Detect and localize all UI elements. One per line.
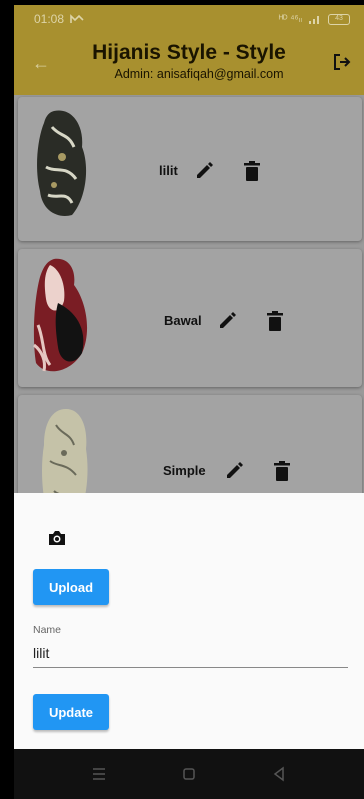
page-title: Hijanis Style - Style	[92, 41, 286, 64]
menu-icon[interactable]	[89, 764, 109, 784]
delete-icon[interactable]	[274, 461, 290, 481]
phone-screen: 01:08 ᴴᴰ ⁴⁶ₗₗ 43 ← Hijanis Style - Style…	[14, 5, 364, 799]
delete-icon[interactable]	[267, 311, 283, 331]
list-item[interactable]: lilit	[18, 97, 362, 241]
back-icon[interactable]	[269, 764, 289, 784]
edit-icon[interactable]	[194, 161, 214, 181]
item-name: Simple	[163, 463, 206, 478]
update-button[interactable]: Update	[33, 694, 109, 730]
app-bar: ← Hijanis Style - Style Admin: anisafiqa…	[14, 33, 364, 95]
item-name: lilit	[159, 163, 178, 178]
upload-button[interactable]: Upload	[33, 569, 109, 605]
logout-icon[interactable]	[332, 52, 352, 72]
signal-icon	[309, 15, 319, 24]
edit-icon[interactable]	[217, 311, 237, 331]
hijab-image	[33, 258, 88, 372]
edit-icon[interactable]	[224, 461, 244, 481]
edit-bottom-sheet: Upload Name Update	[14, 493, 364, 749]
system-nav-bar	[14, 749, 364, 799]
item-name: Bawal	[164, 313, 202, 328]
delete-icon[interactable]	[244, 161, 260, 181]
list-item[interactable]: Bawal	[18, 249, 362, 387]
status-bar: 01:08 ᴴᴰ ⁴⁶ₗₗ 43	[14, 5, 364, 33]
battery-icon: 43	[328, 13, 350, 25]
status-time: 01:08	[34, 12, 65, 26]
signal-indicator: ᴴᴰ ⁴⁶ₗₗ	[278, 13, 302, 25]
hijab-image	[37, 110, 87, 216]
arrow-back-icon[interactable]: ←	[32, 53, 50, 74]
notification-icon	[70, 14, 84, 23]
name-field[interactable]	[33, 638, 348, 668]
name-field-label: Name	[33, 624, 62, 636]
home-icon[interactable]	[179, 764, 199, 784]
camera-icon[interactable]	[47, 529, 67, 547]
admin-email: Admin: anisafiqah@gmail.com	[114, 67, 284, 81]
